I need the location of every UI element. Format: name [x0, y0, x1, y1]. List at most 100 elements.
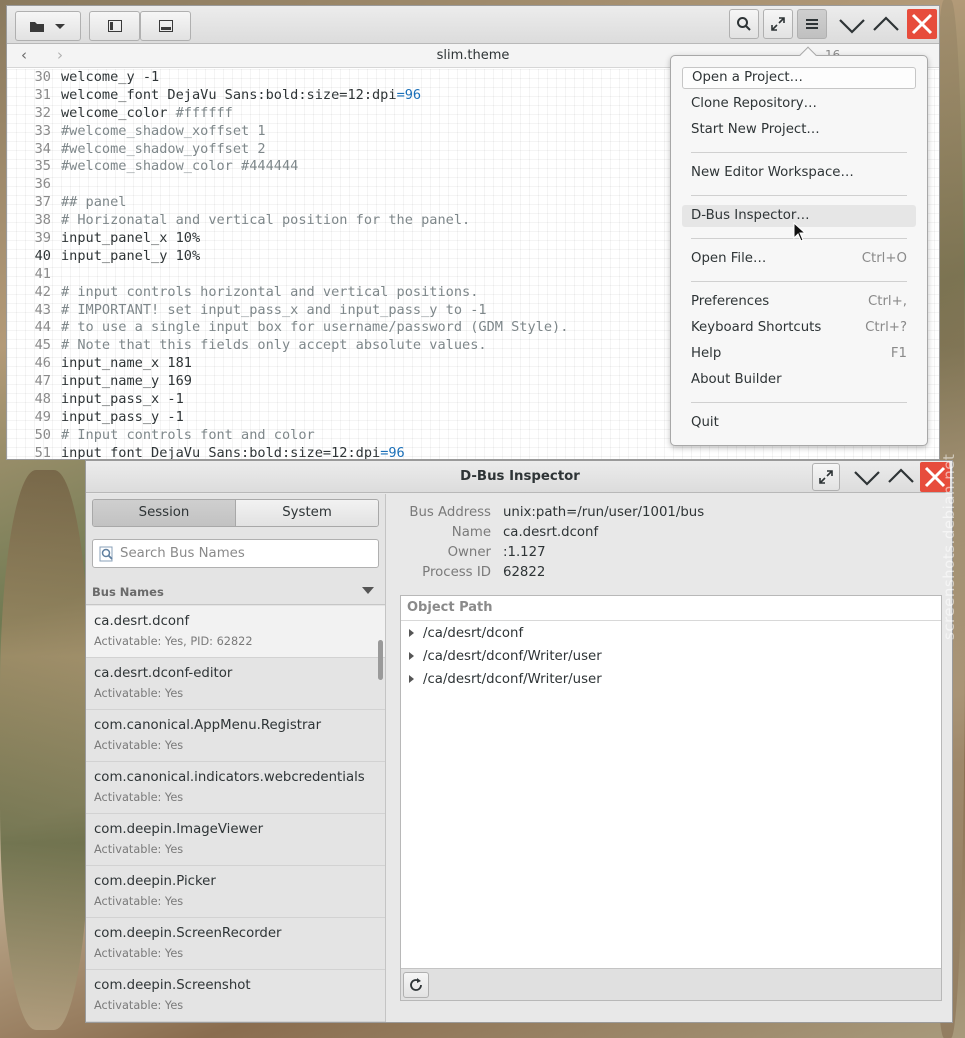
code-token: # IMPORTANT! set input_pass_x and input_…	[61, 301, 487, 318]
hamburger-menu-icon	[806, 19, 818, 29]
object-path-header[interactable]: Object Path	[401, 596, 941, 621]
line-number: 41	[34, 265, 51, 282]
menu-item-start-new-project[interactable]: Start New Project…	[682, 119, 916, 141]
code-token: input_name_y 169	[61, 373, 192, 390]
code-text: #welcome_shadow_yoffset 2	[61, 141, 266, 159]
bus-name: com.deepin.Screenshot	[94, 978, 251, 993]
menu-item-label: Open a Project…	[692, 70, 803, 85]
tree-row[interactable]: /ca/desrt/dconf/Writer/user	[401, 646, 941, 669]
tree-row[interactable]: /ca/desrt/dconf	[401, 623, 941, 646]
new-document-button[interactable]	[15, 11, 81, 41]
owner-label: Owner	[447, 545, 491, 560]
menu-item-new-editor-workspace[interactable]: New Editor Workspace…	[682, 162, 916, 184]
dbus-minimize-button[interactable]	[852, 462, 882, 492]
code-token: welcome_y -1	[61, 69, 160, 85]
list-item[interactable]: com.deepin.Screenshot Activatable: Yes	[86, 970, 385, 1022]
menu-item-open-file[interactable]: Open File… Ctrl+O	[682, 248, 916, 270]
tab-system[interactable]: System	[236, 500, 378, 526]
code-token: welcome_color	[61, 104, 176, 121]
minimize-button[interactable]	[837, 10, 867, 40]
close-button[interactable]	[907, 9, 937, 39]
menu-item-label: Help	[691, 346, 722, 361]
code-text: input_name_y 169	[61, 373, 192, 391]
list-item[interactable]: com.canonical.indicators.webcredentials A…	[86, 762, 385, 814]
line-number: 35	[34, 158, 51, 175]
dbus-maximize-button[interactable]	[886, 462, 916, 492]
bus-names-column-header[interactable]: Bus Names	[86, 577, 385, 605]
menu-separator	[691, 281, 907, 282]
line-number: 44	[34, 319, 51, 336]
toggle-bottom-panel-button[interactable]	[140, 11, 191, 41]
expander-icon[interactable]	[409, 629, 414, 637]
code-text: welcome_font DejaVu Sans:bold:size=12:dp…	[61, 87, 421, 105]
maximize-button[interactable]	[871, 10, 901, 40]
refresh-icon	[410, 978, 422, 991]
code-text: welcome_color #ffffff	[61, 105, 233, 123]
code-text: # Horizonatal and vertical position for …	[61, 212, 470, 230]
code-text: # IMPORTANT! set input_pass_x and input_…	[61, 302, 487, 320]
menu-item-keyboard-shortcuts[interactable]: Keyboard Shortcuts Ctrl+?	[682, 317, 916, 339]
process-id-label: Process ID	[422, 565, 491, 580]
menu-item-preferences[interactable]: Preferences Ctrl+,	[682, 291, 916, 313]
line-number: 34	[34, 140, 51, 157]
menu-item-help[interactable]: Help F1	[682, 343, 916, 365]
code-token: # Note that this fields only accept abso…	[61, 337, 487, 354]
main-menu-button[interactable]	[797, 9, 827, 39]
fullscreen-button[interactable]	[763, 9, 793, 39]
expander-icon[interactable]	[409, 652, 414, 660]
menu-item-quit[interactable]: Quit	[682, 412, 916, 434]
menu-item-open-a-project[interactable]: Open a Project…	[682, 67, 916, 89]
code-text: # Note that this fields only accept abso…	[61, 337, 487, 355]
list-item[interactable]: ca.desrt.dconf-editor Activatable: Yes	[86, 658, 385, 710]
panel-bottom-icon	[158, 20, 173, 32]
line-number: 32	[34, 104, 51, 121]
code-token: input_name_x 181	[61, 355, 192, 372]
bus-name: com.canonical.indicators.webcredentials	[94, 770, 365, 785]
line-number: 47	[34, 373, 51, 390]
line-number: 42	[34, 283, 51, 300]
maximize-icon	[873, 16, 899, 31]
menu-item-about-builder[interactable]: About Builder	[682, 369, 916, 391]
dbus-headerbar: D-Bus Inspector	[86, 461, 952, 493]
list-scrollbar[interactable]	[378, 640, 383, 680]
list-item[interactable]: com.deepin.Picker Activatable: Yes	[86, 866, 385, 918]
list-item[interactable]: com.deepin.ScreenRecorder Activatable: Ye…	[86, 918, 385, 970]
bus-detail: Activatable: Yes	[94, 739, 184, 752]
line-number: 39	[34, 230, 51, 247]
menu-separator	[691, 195, 907, 196]
bus-sidebar: Session System Search Bus Names Bus Name…	[86, 494, 386, 1022]
dbus-fullscreen-button[interactable]	[812, 463, 840, 491]
code-token: =96	[380, 444, 405, 460]
menu-item-clone-repository[interactable]: Clone Repository…	[682, 93, 916, 115]
code-token: #ffffff	[175, 104, 233, 121]
code-text: input_font DejaVu Sans:bold:size=12:dpi=…	[61, 444, 405, 460]
list-item[interactable]: ca.desrt.dconf Activatable: Yes, PID: 628…	[86, 606, 385, 658]
search-button[interactable]	[729, 9, 759, 39]
line-number: 50	[34, 426, 51, 443]
line-number: 49	[34, 408, 51, 425]
code-token: #welcome_shadow_yoffset 2	[61, 140, 266, 157]
bus-detail: Activatable: Yes	[94, 791, 184, 804]
refresh-button[interactable]	[403, 972, 429, 998]
chevron-down-icon[interactable]	[362, 587, 374, 595]
tree-row[interactable]: /ca/desrt/dconf/Writer/user	[401, 669, 941, 692]
bus-name: ca.desrt.dconf	[94, 614, 190, 629]
sidebar-left-icon	[107, 20, 122, 32]
tab-session[interactable]: Session	[93, 500, 236, 526]
code-text: input_name_x 181	[61, 355, 192, 373]
list-item[interactable]: com.deepin.ImageViewer Activatable: Yes	[86, 814, 385, 866]
line-number: 46	[34, 355, 51, 372]
code-token: input_font DejaVu Sans:bold:size=12:dpi	[61, 444, 381, 460]
bus-search-input[interactable]: Search Bus Names	[92, 539, 379, 568]
code-line[interactable]: 51 input_font DejaVu Sans:bold:size=12:dp…	[7, 444, 939, 460]
fullscreen-icon	[819, 470, 833, 484]
expander-icon[interactable]	[409, 675, 414, 683]
menu-item-accelerator: F1	[890, 346, 907, 361]
dbus-inspector-window: D-Bus Inspector Session System Search Bu…	[85, 460, 953, 1023]
code-text: welcome_y -1	[61, 69, 159, 87]
list-item[interactable]: com.canonical.AppMenu.Registrar Activatab…	[86, 710, 385, 762]
line-number: 45	[34, 337, 51, 354]
menu-item-accelerator: Ctrl+,	[867, 294, 907, 309]
menu-separator	[691, 402, 907, 403]
toggle-left-panel-button[interactable]	[89, 11, 140, 41]
